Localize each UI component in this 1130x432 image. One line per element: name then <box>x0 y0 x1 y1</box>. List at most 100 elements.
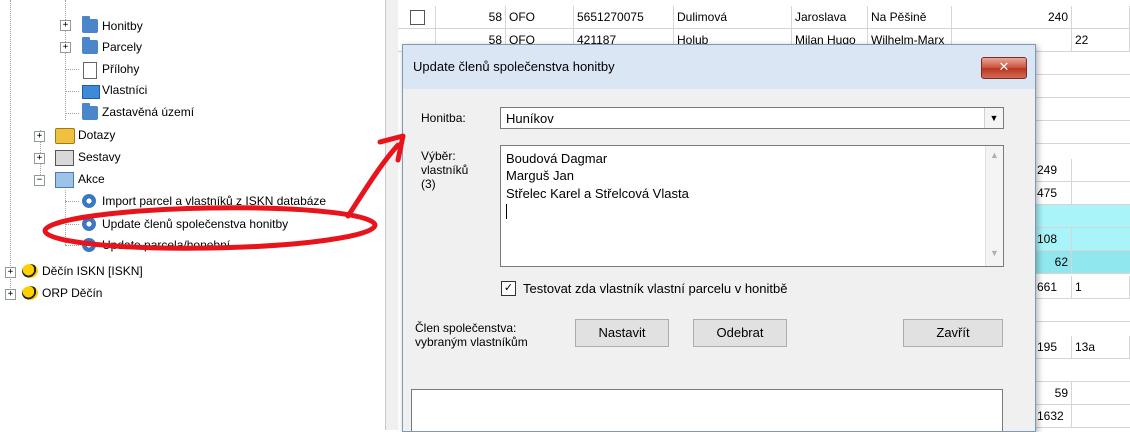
tree-item-dotazy[interactable]: Dotazy <box>78 125 115 145</box>
expand-button[interactable]: + <box>5 267 16 278</box>
table-cell: 13a <box>1072 336 1130 358</box>
table-cell: Na Pěšině <box>868 6 952 28</box>
dialog-title: Update členů společenstva honitby <box>413 59 615 74</box>
table-cell: 22 <box>1072 29 1130 51</box>
owners-textarea[interactable]: Boudová Dagmar Marguš Jan Střelec Karel … <box>500 145 1004 267</box>
table-row[interactable]: 62 <box>1034 251 1130 274</box>
expand-button[interactable]: + <box>5 289 16 300</box>
expand-button[interactable]: + <box>34 153 45 164</box>
tree-connector-line <box>65 245 79 246</box>
tree-connector-line <box>65 69 79 70</box>
tree-connector-line <box>65 190 66 245</box>
tree-item-akce[interactable]: Akce <box>78 169 105 189</box>
expand-button[interactable]: + <box>60 20 71 31</box>
folder-icon <box>82 16 98 33</box>
table-cell: 249 <box>1034 159 1072 181</box>
splitter[interactable] <box>385 0 399 430</box>
table-cell: OFO <box>506 6 574 28</box>
table-row[interactable]: 59 <box>1034 382 1130 405</box>
table-cell: 661 <box>1034 276 1072 298</box>
result-list[interactable] <box>411 389 1003 431</box>
tree-item-zastavena-uzemi[interactable]: Zastavěná území <box>102 102 194 122</box>
collapse-button[interactable]: − <box>34 175 45 186</box>
test-ownership-checkbox[interactable]: ✓ <box>501 281 516 296</box>
folder-icon <box>82 103 98 120</box>
tree-connector-line <box>65 91 79 92</box>
scroll-down-icon[interactable]: ▼ <box>990 248 999 258</box>
chevron-down-icon[interactable]: ▼ <box>984 108 1003 128</box>
honitba-selected-value: Huníkov <box>506 111 554 126</box>
table-row[interactable]: 475 <box>1034 182 1130 205</box>
table-row[interactable] <box>1034 98 1130 121</box>
clen-label: vybraným vlastníkům <box>415 335 528 349</box>
table-row[interactable]: 108 <box>1034 228 1130 251</box>
text-caret <box>506 204 507 219</box>
owner-line: Střelec Karel a Střelcová Vlasta <box>506 186 689 201</box>
tree-item-prilohy[interactable]: Přílohy <box>102 59 139 79</box>
textarea-scrollbar[interactable]: ▲ ▼ <box>985 146 1003 266</box>
table-cell: 1632 <box>1034 405 1072 427</box>
tree-item-sestavy[interactable]: Sestavy <box>78 147 121 167</box>
zavrit-button[interactable]: Zavřít <box>903 319 1003 347</box>
table-cell: 59 <box>1034 382 1072 404</box>
expand-button[interactable]: + <box>34 131 45 142</box>
table-row[interactable]: 195 13a <box>1034 336 1130 359</box>
odebrat-button[interactable]: Odebrat <box>693 319 787 347</box>
table-icon <box>82 85 100 99</box>
row-checkbox-cell[interactable] <box>398 6 436 28</box>
reports-icon <box>55 150 74 166</box>
vyber-label: vlastníků <box>421 163 469 177</box>
table-row[interactable] <box>1034 75 1130 98</box>
tree-connector-line <box>65 224 79 225</box>
test-ownership-label[interactable]: Testovat zda vlastník vlastní parcelu v … <box>523 281 787 296</box>
table-cell: 195 <box>1034 336 1072 358</box>
table-row[interactable] <box>1034 359 1130 382</box>
honitba-label: Honitba: <box>421 111 466 125</box>
table-row[interactable]: 1632 <box>1034 405 1130 428</box>
scroll-up-icon[interactable]: ▲ <box>990 150 999 160</box>
table-cell: 1 <box>1072 276 1130 298</box>
close-button[interactable]: ✕ <box>981 57 1027 79</box>
dialog-titlebar[interactable]: Update členů společenstva honitby ✕ <box>403 45 1035 89</box>
tree-item-update-parcela[interactable]: Update parcela/honební <box>102 235 230 255</box>
table-row[interactable] <box>1034 52 1130 75</box>
vyber-label: Výběr: <box>421 149 456 163</box>
queries-icon <box>55 128 75 144</box>
table-cell: 5651270075 <box>574 6 674 28</box>
tree-connector-line <box>10 0 11 300</box>
tree-item-honitby[interactable]: Honitby <box>102 16 143 36</box>
gear-icon <box>82 194 96 208</box>
row-checkbox[interactable] <box>410 10 425 25</box>
tree-item-decin-iskn[interactable]: Děčín ISKN [ISKN] <box>42 261 143 281</box>
table-cell: 62 <box>1034 251 1072 273</box>
update-members-dialog: Update členů společenstva honitby ✕ Honi… <box>402 44 1036 432</box>
table-cell: Jaroslava <box>792 6 868 28</box>
table-row[interactable] <box>1034 121 1130 144</box>
folder-icon <box>82 37 98 54</box>
tree-item-parcely[interactable]: Parcely <box>102 37 142 57</box>
navigation-tree: + Honitby + Parcely Přílohy Vlastníci Za… <box>0 0 385 430</box>
table-cell: 58 <box>436 6 506 28</box>
tree-item-vlastnici[interactable]: Vlastníci <box>102 80 147 100</box>
table-cell: 240 <box>952 6 1072 28</box>
owner-count-label: (3) <box>421 177 436 191</box>
table-row[interactable] <box>1034 205 1130 228</box>
table-cell: 475 <box>1034 182 1072 204</box>
tree-connector-line <box>65 201 79 202</box>
table-row[interactable] <box>1034 299 1130 322</box>
actions-icon <box>55 172 74 188</box>
database-icon <box>22 264 38 278</box>
table-row[interactable]: 661 1 <box>1034 276 1130 299</box>
gear-icon <box>82 238 96 252</box>
expand-button[interactable]: + <box>60 42 71 53</box>
tree-item-import[interactable]: Import parcel a vlastníků z ISKN databáz… <box>102 191 326 211</box>
owner-line: Marguš Jan <box>506 168 574 183</box>
database-icon <box>22 286 38 300</box>
tree-item-update-clenu[interactable]: Update členů společenstva honitby <box>102 214 288 234</box>
nastavit-button[interactable]: Nastavit <box>575 319 669 347</box>
honitba-select[interactable]: Huníkov ▼ <box>500 107 1004 129</box>
table-row[interactable]: 58 OFO 5651270075 Dulimová Jaroslava Na … <box>398 6 1130 29</box>
tree-item-orp-decin[interactable]: ORP Děčín <box>42 283 102 303</box>
tree-connector-line <box>65 0 66 120</box>
table-row[interactable]: 249 <box>1034 159 1130 182</box>
